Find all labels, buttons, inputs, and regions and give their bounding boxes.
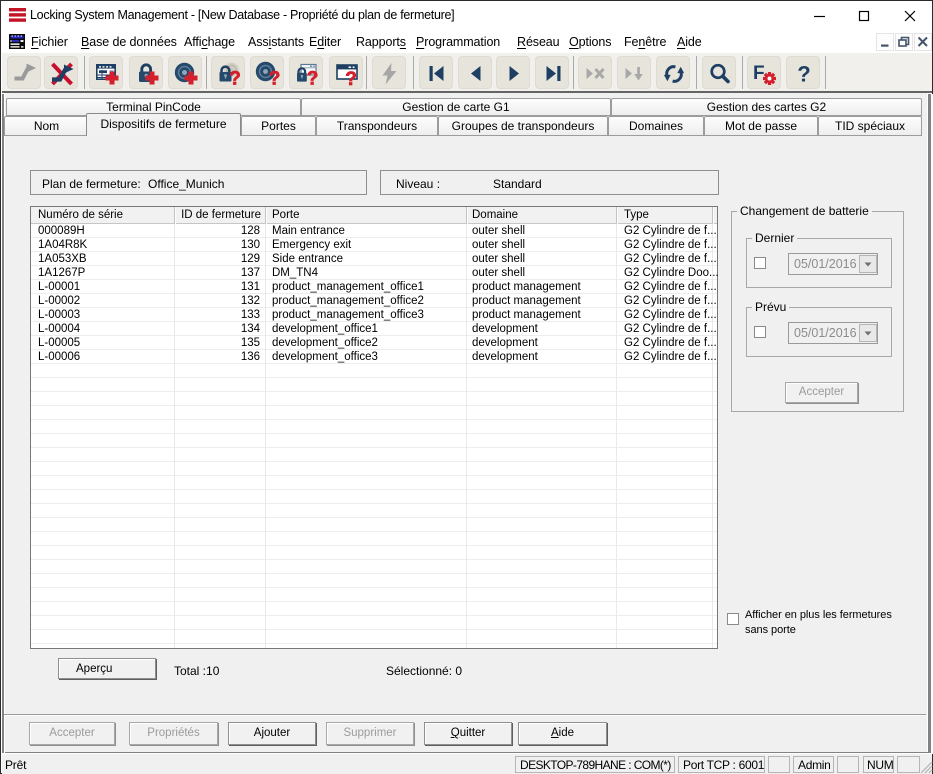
svg-text:?: ? <box>229 69 241 88</box>
svg-text:?: ? <box>307 69 319 88</box>
svg-text:?: ? <box>345 69 357 87</box>
svg-text:F: F <box>753 63 765 84</box>
svg-text:?: ? <box>797 62 810 87</box>
svg-text:?: ? <box>269 69 281 88</box>
